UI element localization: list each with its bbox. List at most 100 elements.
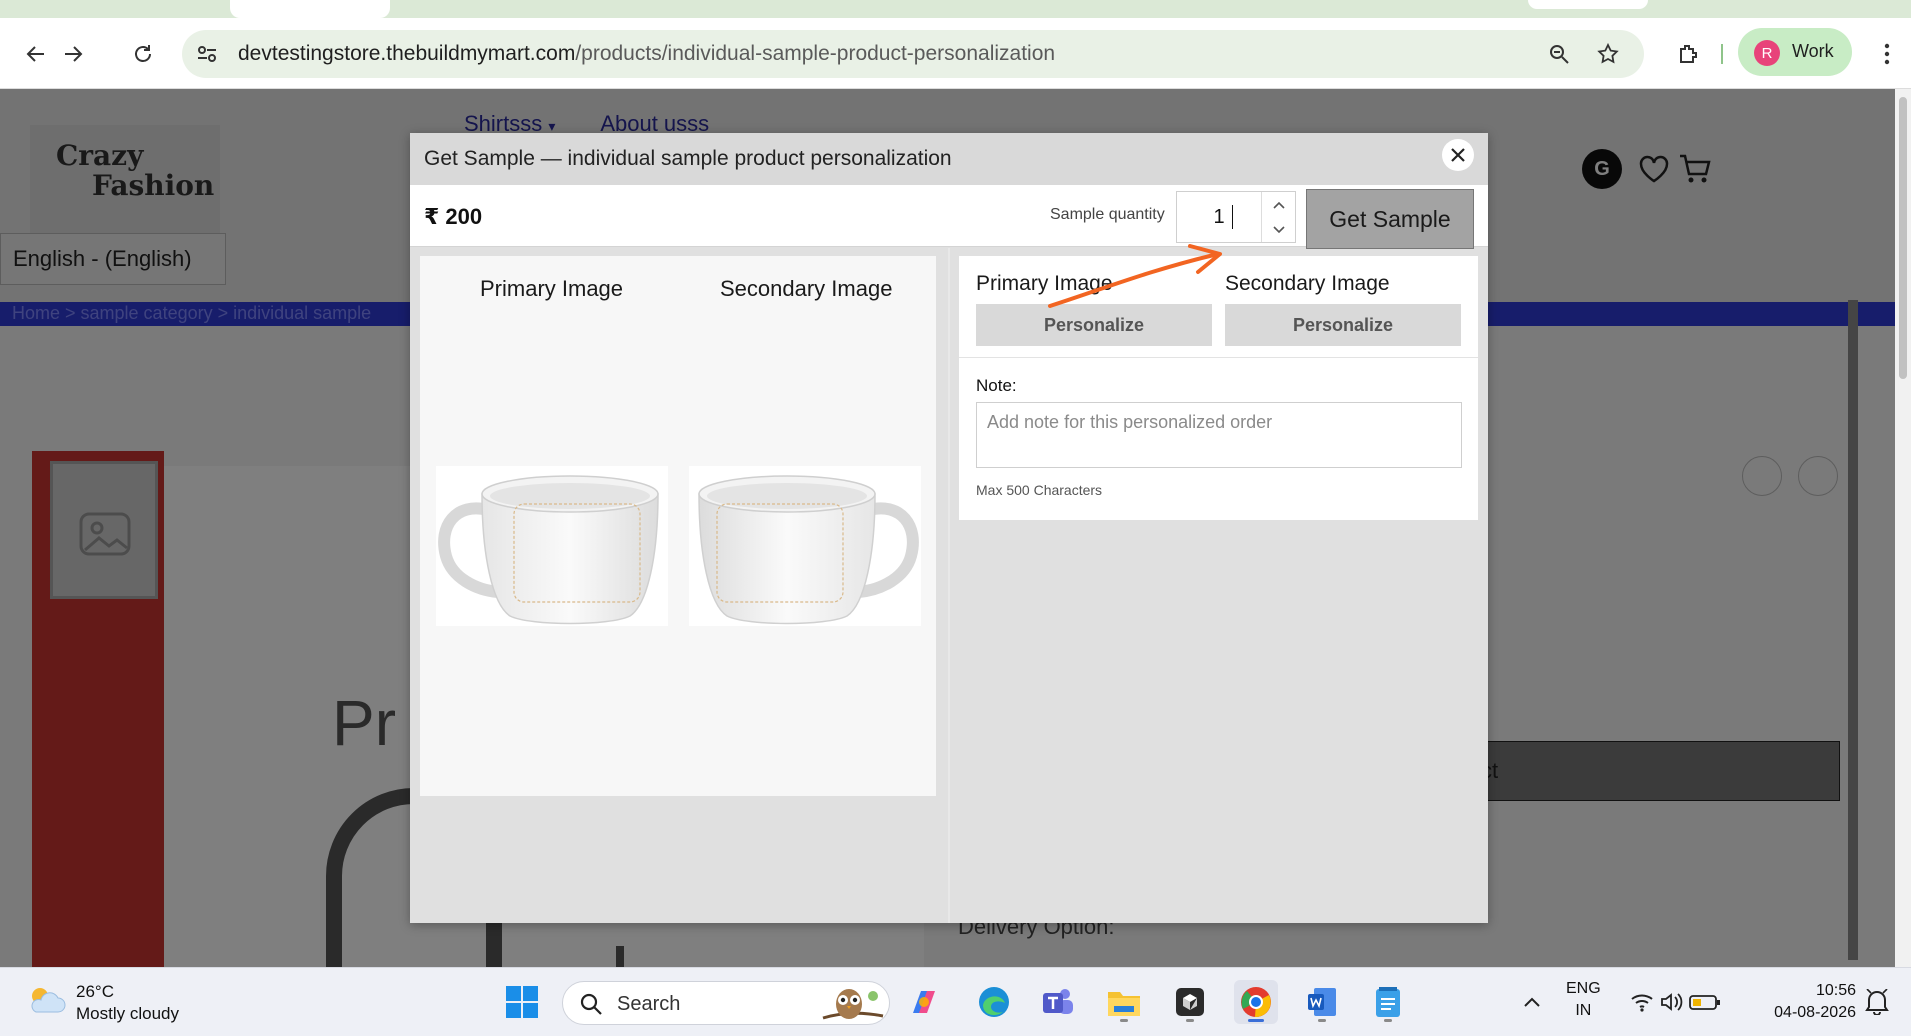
- chevron-up-icon: [1273, 201, 1285, 209]
- reload-icon: [135, 45, 151, 62]
- bookmark-button[interactable]: [1595, 41, 1621, 67]
- forward-arrow-icon: [65, 46, 83, 62]
- close-icon: [1451, 148, 1465, 162]
- taskbar-notepad[interactable]: [1366, 980, 1410, 1024]
- puzzle-icon: [1680, 45, 1697, 63]
- image-preview-panel: Primary Image Secondary Image: [420, 256, 936, 796]
- notifications-button[interactable]: [1860, 980, 1894, 1024]
- lang-region: IN: [1575, 1002, 1592, 1019]
- taskbar-app-box[interactable]: [1168, 980, 1212, 1024]
- clock-date: 04-08-2026: [1774, 1004, 1856, 1021]
- tab-search-area[interactable]: [1528, 0, 1648, 9]
- secondary-mug-image: [689, 466, 921, 626]
- scrollbar-thumb[interactable]: [1899, 97, 1907, 379]
- mug-primary-icon: [438, 475, 659, 625]
- quantity-spin-buttons: [1261, 192, 1296, 242]
- taskbar-teams[interactable]: [1036, 980, 1080, 1024]
- package-app-icon: [1176, 988, 1204, 1016]
- weather-temperature: 26°C: [76, 982, 114, 1001]
- note-char-limit: Max 500 Characters: [976, 482, 1103, 498]
- teams-icon: [1043, 989, 1073, 1014]
- input-language-indicator[interactable]: ENG IN: [1566, 978, 1601, 1022]
- notepad-icon: [1376, 987, 1400, 1017]
- tab-strip: [0, 0, 1911, 18]
- sample-quantity-label: Sample quantity: [1050, 206, 1165, 223]
- weather-widget[interactable]: 26°C Mostly cloudy: [26, 980, 206, 1026]
- browser-menu-button[interactable]: [1872, 36, 1902, 72]
- get-sample-button[interactable]: Get Sample: [1306, 189, 1474, 249]
- extensions-button[interactable]: [1670, 36, 1706, 72]
- notification-bell-icon: [1865, 989, 1889, 1015]
- chevron-up-icon: [1524, 997, 1540, 1007]
- url-domain: devtestingstore.thebuildmymart.com: [238, 42, 576, 65]
- profile-avatar: R: [1754, 40, 1780, 66]
- url-path: /products/individual-sample-product-pers…: [575, 42, 1056, 65]
- modal-header: Get Sample — individual sample product p…: [410, 133, 1488, 185]
- quantity-stepper: [1176, 191, 1296, 243]
- zoom-button[interactable]: [1546, 41, 1572, 67]
- show-hidden-icons-button[interactable]: [1510, 980, 1554, 1024]
- chrome-icon: [1241, 987, 1271, 1018]
- site-settings-icon[interactable]: [196, 43, 218, 65]
- preview-primary-label: Primary Image: [480, 276, 624, 301]
- get-sample-modal: Get Sample — individual sample product p…: [410, 133, 1488, 923]
- profile-label: Work: [1792, 41, 1834, 61]
- reload-button[interactable]: [125, 36, 161, 72]
- chevron-down-icon: [1273, 225, 1285, 233]
- note-label: Note:: [976, 376, 1017, 395]
- edge-icon: [979, 987, 1009, 1017]
- taskbar-word[interactable]: [1300, 980, 1344, 1024]
- primary-mug-image: [436, 466, 668, 626]
- personalize-secondary-button[interactable]: Personalize: [1225, 304, 1461, 346]
- windows-logo-icon: [506, 986, 538, 1018]
- page-scrollbar[interactable]: [1895, 89, 1911, 967]
- clock-time: 10:56: [1815, 982, 1856, 999]
- text-cursor: [1232, 205, 1233, 229]
- sample-quantity-input[interactable]: [1177, 192, 1261, 242]
- sample-action-bar: ₹ 200 Sample quantity Get Sample: [410, 185, 1488, 249]
- active-tab[interactable]: [230, 0, 390, 18]
- start-button[interactable]: [500, 980, 544, 1024]
- cloudy-weather-icon: [31, 988, 66, 1013]
- forward-button[interactable]: [55, 36, 91, 72]
- url-text: devtestingstore.thebuildmymart.com/produ…: [238, 42, 1055, 66]
- modal-body: Primary Image Secondary Image Primary Im…: [410, 248, 1488, 923]
- quantity-increment-button[interactable]: [1262, 192, 1296, 217]
- search-label: Search: [617, 993, 681, 1015]
- star-icon: [1597, 43, 1619, 64]
- sample-price: ₹ 200: [424, 204, 483, 229]
- owl-search-highlight-icon: [822, 989, 884, 1020]
- taskbar-file-explorer[interactable]: [1102, 980, 1146, 1024]
- personalize-separator: [959, 357, 1478, 358]
- close-button[interactable]: [1442, 139, 1474, 171]
- lang-code: ENG: [1566, 980, 1601, 997]
- wifi-volume-battery-icon: [1631, 993, 1720, 1012]
- taskbar-chrome[interactable]: [1234, 980, 1278, 1024]
- address-bar[interactable]: devtestingstore.thebuildmymart.com/produ…: [182, 30, 1644, 78]
- browser-toolbar: devtestingstore.thebuildmymart.com/produ…: [0, 18, 1911, 89]
- quick-settings-button[interactable]: [1628, 980, 1724, 1024]
- word-icon: [1308, 988, 1336, 1016]
- annotation-arrow-icon: [1048, 244, 1222, 308]
- quantity-decrement-button[interactable]: [1262, 217, 1296, 242]
- kebab-menu-icon: [1884, 43, 1890, 65]
- taskbar-copilot[interactable]: [902, 980, 946, 1024]
- copilot-icon: [913, 991, 935, 1013]
- search-icon: [580, 993, 602, 1015]
- zoom-icon: [1550, 45, 1569, 64]
- modal-title: Get Sample — individual sample product p…: [424, 147, 952, 170]
- system-clock[interactable]: 10:56 04-08-2026: [1756, 980, 1856, 1024]
- toolbar-separator: [1721, 44, 1723, 64]
- personalize-secondary-label: Secondary Image: [1225, 272, 1390, 295]
- folder-icon: [1108, 992, 1140, 1016]
- weather-condition: Mostly cloudy: [76, 1004, 179, 1023]
- back-arrow-icon: [26, 46, 44, 62]
- back-button[interactable]: [18, 36, 54, 72]
- profile-button[interactable]: R Work: [1738, 28, 1852, 76]
- column-divider: [948, 248, 950, 923]
- taskbar-edge[interactable]: [972, 980, 1016, 1024]
- taskbar-search[interactable]: Search: [562, 981, 890, 1025]
- mug-secondary-icon: [698, 475, 919, 625]
- windows-taskbar: 26°C Mostly cloudy Search ENG IN 10:56 0…: [0, 967, 1911, 1036]
- note-textarea[interactable]: [976, 402, 1462, 468]
